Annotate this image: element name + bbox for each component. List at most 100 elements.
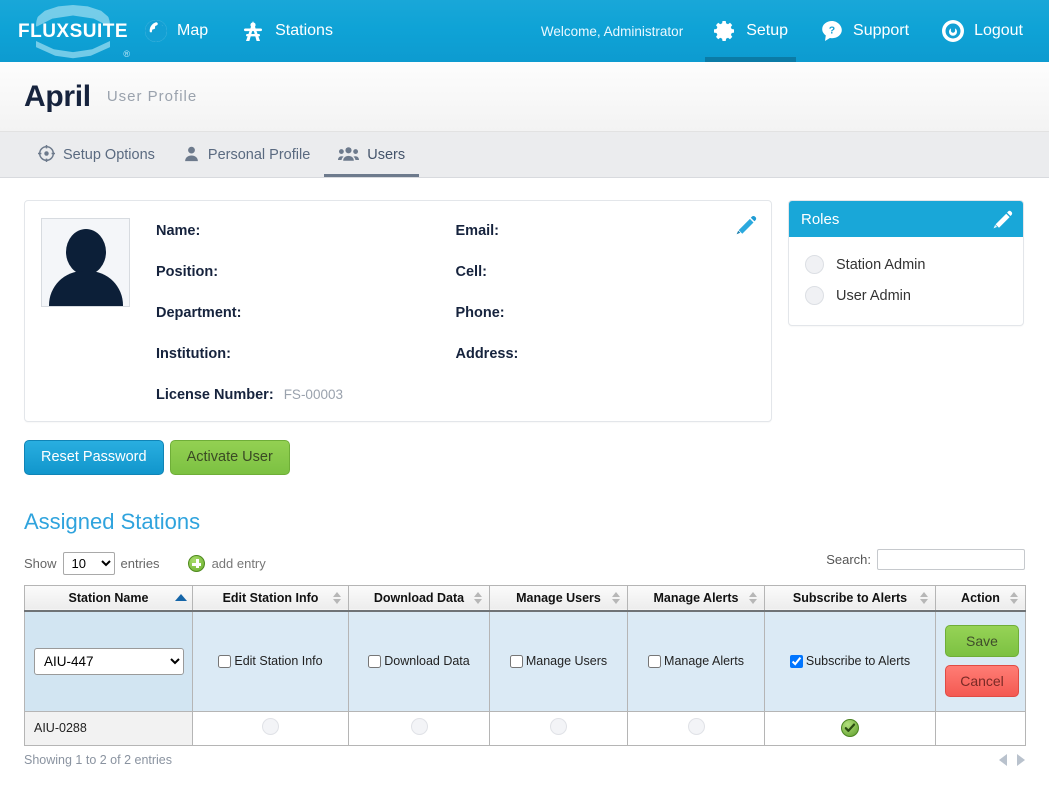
- page-title: April: [24, 80, 91, 114]
- column-header-subscribe-to-alerts-label: Subscribe to Alerts: [793, 591, 907, 605]
- profile-fields: Name: Position: Department: Institution:: [130, 215, 755, 403]
- column-header-manage-alerts-label: Manage Alerts: [654, 591, 739, 605]
- field-cell-label: Cell:: [456, 264, 487, 280]
- table-row-editing: AIU-447 AIU-0288 Edit Station Info Downl…: [25, 611, 1026, 711]
- reset-password-button[interactable]: Reset Password: [24, 440, 164, 475]
- field-cell: Cell:: [456, 264, 756, 280]
- top-navigation-bar: FLUXSUITE ® Map Stations Welcome, Admini…: [0, 0, 1049, 62]
- add-entry-label: add entry: [212, 556, 266, 571]
- nav-item-map[interactable]: Map: [128, 0, 224, 62]
- column-header-manage-alerts[interactable]: Manage Alerts: [628, 585, 765, 611]
- checkbox-subscribe-to-alerts[interactable]: Subscribe to Alerts: [774, 654, 926, 668]
- column-header-manage-users[interactable]: Manage Users: [490, 585, 628, 611]
- next-page-icon[interactable]: [1017, 754, 1025, 766]
- column-header-action[interactable]: Action: [936, 585, 1026, 611]
- checkbox-manage-users-input[interactable]: [510, 655, 523, 668]
- checkbox-manage-alerts-input[interactable]: [648, 655, 661, 668]
- checkbox-download-data-label: Download Data: [384, 654, 469, 668]
- profile-and-roles-row: Name: Position: Department: Institution:: [24, 200, 1025, 422]
- cell-station-name: AIU-0288: [25, 711, 193, 745]
- cell-edit-station-info: [193, 711, 349, 745]
- role-item-user-admin[interactable]: User Admin: [789, 280, 1023, 311]
- radio-icon[interactable]: [805, 286, 824, 305]
- checkbox-download-data[interactable]: Download Data: [358, 654, 480, 668]
- column-header-subscribe-to-alerts[interactable]: Subscribe to Alerts: [765, 585, 936, 611]
- nav-item-support-label: Support: [853, 22, 909, 40]
- role-item-station-admin[interactable]: Station Admin: [789, 249, 1023, 280]
- tab-bar: Setup Options Personal Profile Users: [0, 132, 1049, 178]
- nav-item-stations-label: Stations: [275, 22, 333, 40]
- nav-item-logout[interactable]: Logout: [925, 0, 1039, 62]
- table-header-row: Station Name Edit Station Info Download …: [25, 585, 1026, 611]
- logo-wordmark: FLUXSUITE: [18, 21, 128, 43]
- checkbox-edit-station-info-label: Edit Station Info: [234, 654, 322, 668]
- role-item-station-admin-label: Station Admin: [836, 257, 925, 273]
- people-icon: [338, 145, 359, 166]
- field-license-number-label: License Number:: [156, 387, 274, 403]
- pencil-icon[interactable]: [735, 215, 757, 240]
- tab-personal-profile[interactable]: Personal Profile: [169, 133, 324, 177]
- cell-manage-users: Manage Users: [490, 611, 628, 711]
- field-license-number: License Number: FS-00003: [156, 387, 456, 403]
- search-input[interactable]: [877, 549, 1025, 570]
- cell-download-data: Download Data: [349, 611, 490, 711]
- tab-setup-options[interactable]: Setup Options: [24, 133, 169, 177]
- field-institution: Institution:: [156, 346, 456, 362]
- column-header-action-label: Action: [961, 591, 1000, 605]
- previous-page-icon[interactable]: [999, 754, 1007, 766]
- cell-edit-station-info: Edit Station Info: [193, 611, 349, 711]
- column-header-station-name[interactable]: Station Name: [25, 585, 193, 611]
- cell-manage-alerts: Manage Alerts: [628, 611, 765, 711]
- checkbox-manage-alerts-label: Manage Alerts: [664, 654, 744, 668]
- avatar-head: [66, 229, 106, 275]
- status-empty-icon: [550, 718, 567, 735]
- table-search: Search:: [826, 549, 1025, 570]
- checkbox-edit-station-info[interactable]: Edit Station Info: [202, 654, 339, 668]
- save-button[interactable]: Save: [945, 625, 1019, 657]
- tab-personal-profile-label: Personal Profile: [208, 147, 310, 163]
- assigned-stations-table: Station Name Edit Station Info Download …: [24, 585, 1026, 746]
- checkbox-subscribe-to-alerts-input[interactable]: [790, 655, 803, 668]
- page-subtitle: User Profile: [107, 88, 197, 105]
- cell-manage-alerts: [628, 711, 765, 745]
- table-row[interactable]: AIU-0288: [25, 711, 1026, 745]
- assigned-stations-title: Assigned Stations: [24, 509, 1025, 535]
- radio-icon[interactable]: [805, 255, 824, 274]
- column-header-edit-station-info-label: Edit Station Info: [223, 591, 319, 605]
- fluxsuite-logo[interactable]: FLUXSUITE ®: [18, 3, 128, 59]
- sort-arrows-icon: [1010, 591, 1019, 605]
- tab-users-label: Users: [367, 147, 405, 163]
- status-check-icon: [841, 719, 859, 737]
- roles-list: Station Admin User Admin: [789, 237, 1023, 325]
- field-position-label: Position:: [156, 264, 218, 280]
- field-position: Position:: [156, 264, 456, 280]
- checkbox-edit-station-info-input[interactable]: [218, 655, 231, 668]
- pencil-icon[interactable]: [992, 210, 1013, 233]
- checkbox-download-data-input[interactable]: [368, 655, 381, 668]
- station-name-select[interactable]: AIU-447 AIU-0288: [34, 648, 184, 675]
- entries-label: entries: [121, 556, 160, 571]
- checkbox-subscribe-to-alerts-label: Subscribe to Alerts: [806, 654, 910, 668]
- nav-item-stations[interactable]: Stations: [224, 0, 349, 62]
- roles-title: Roles: [801, 211, 839, 228]
- cancel-button[interactable]: Cancel: [945, 665, 1019, 697]
- column-header-edit-station-info[interactable]: Edit Station Info: [193, 585, 349, 611]
- page-length-select[interactable]: 10 25 50 100: [63, 552, 115, 575]
- page-title-band: April User Profile: [0, 62, 1049, 132]
- target-icon: [38, 145, 55, 166]
- nav-item-map-label: Map: [177, 22, 208, 40]
- nav-item-support[interactable]: ? Support: [804, 0, 925, 62]
- checkbox-manage-users[interactable]: Manage Users: [499, 654, 618, 668]
- role-item-user-admin-label: User Admin: [836, 288, 911, 304]
- tab-users[interactable]: Users: [324, 133, 419, 177]
- activate-user-button[interactable]: Activate User: [170, 440, 290, 475]
- add-entry-button[interactable]: add entry: [188, 555, 266, 572]
- page-content: Name: Position: Department: Institution:: [0, 178, 1049, 767]
- column-header-download-data[interactable]: Download Data: [349, 585, 490, 611]
- nav-item-setup[interactable]: Setup: [697, 0, 804, 62]
- checkbox-manage-alerts[interactable]: Manage Alerts: [637, 654, 755, 668]
- page-length-select-wrap: 10 25 50 100: [63, 552, 115, 575]
- field-institution-label: Institution:: [156, 346, 231, 362]
- tab-setup-options-label: Setup Options: [63, 147, 155, 163]
- status-empty-icon: [411, 718, 428, 735]
